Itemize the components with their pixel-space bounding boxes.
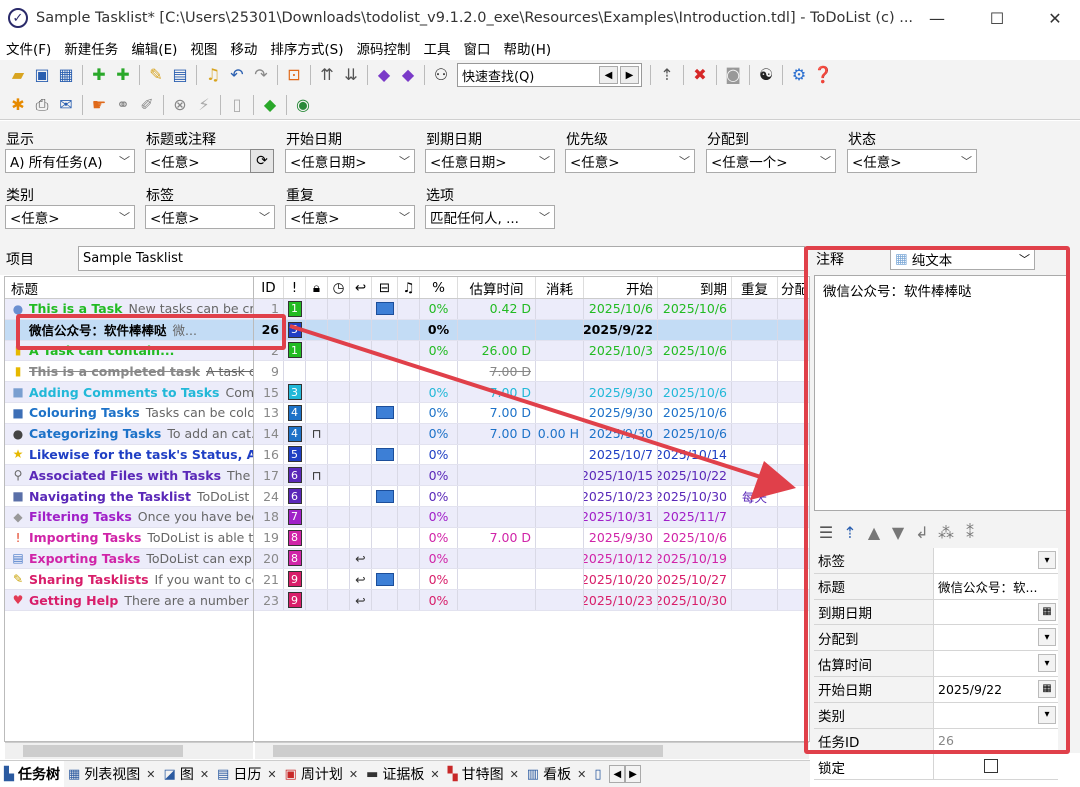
chart-icon: ◪ [163,766,176,782]
tab-calendar[interactable]: ▤ 日历 ✕ [213,761,281,787]
gantt-icon: ▚ [447,766,458,782]
tab-chart[interactable]: ◪ 图 ✕ [160,761,214,787]
annotation-arrow [289,324,796,500]
tab-week-planner[interactable]: ▣ 周计划 ✕ [281,761,363,787]
document-icon: ▯ [594,766,602,782]
kanban-icon: ▥ [526,766,540,782]
planner-icon: ▣ [284,766,297,782]
tab-task-tree[interactable]: ▙ 任务树 [0,761,64,787]
tab-evidence-board[interactable]: ▬ 证据板 ✕ [362,761,444,787]
close-icon: ✕ [430,767,440,781]
close-icon: ✕ [577,767,587,781]
close-icon: ✕ [509,767,519,781]
close-icon: ✕ [267,767,277,781]
tree-icon: ▙ [4,766,14,782]
view-tabs: ▙ 任务树 ▦ 列表视图 ✕ ◪ 图 ✕ ▤ 日历 ✕ ▣ 周计划 ✕ ▬ 证据板 ✕ ▚ 甘特图 ✕ ▥… [0,760,810,787]
grid-icon: ▦ [68,766,81,782]
tabs-scroll-right[interactable]: ▶ [625,765,641,783]
calendar-icon: ▤ [217,766,230,782]
tab-kanban[interactable]: ▥ 看板 ✕ [523,761,591,787]
close-icon: ✕ [146,767,156,781]
tabs-scroll-left[interactable]: ◀ [609,765,626,783]
tab-list-view[interactable]: ▦ 列表视图 ✕ [64,761,160,787]
close-icon: ✕ [348,767,359,781]
tab-gantt[interactable]: ▚ 甘特图 ✕ [444,761,523,787]
detective-icon: ▬ [366,766,379,782]
tab-more[interactable]: ▯ [590,761,609,787]
close-icon: ✕ [199,767,210,781]
